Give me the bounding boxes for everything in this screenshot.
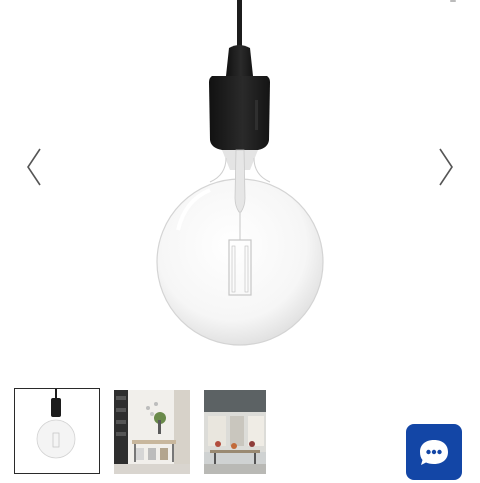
- main-product-image[interactable]: [130, 0, 350, 350]
- top-right-mark: [450, 0, 456, 2]
- thumbnail-cafe-interior[interactable]: [204, 390, 290, 476]
- chat-bubble-icon: [420, 440, 448, 465]
- cafe-interior-thumbnail: [204, 390, 266, 474]
- chevron-left-icon: [27, 148, 41, 186]
- previous-image-button[interactable]: [22, 145, 46, 189]
- lamp-product-thumbnail: [15, 389, 98, 472]
- dining-room-thumbnail: [114, 390, 190, 474]
- chevron-right-icon: [439, 148, 453, 186]
- product-image-gallery: [0, 0, 480, 380]
- next-image-button[interactable]: [434, 145, 458, 189]
- thumbnail-dining-room[interactable]: [114, 390, 200, 476]
- thumbnail-lamp[interactable]: [14, 388, 100, 474]
- chat-button[interactable]: [406, 424, 462, 480]
